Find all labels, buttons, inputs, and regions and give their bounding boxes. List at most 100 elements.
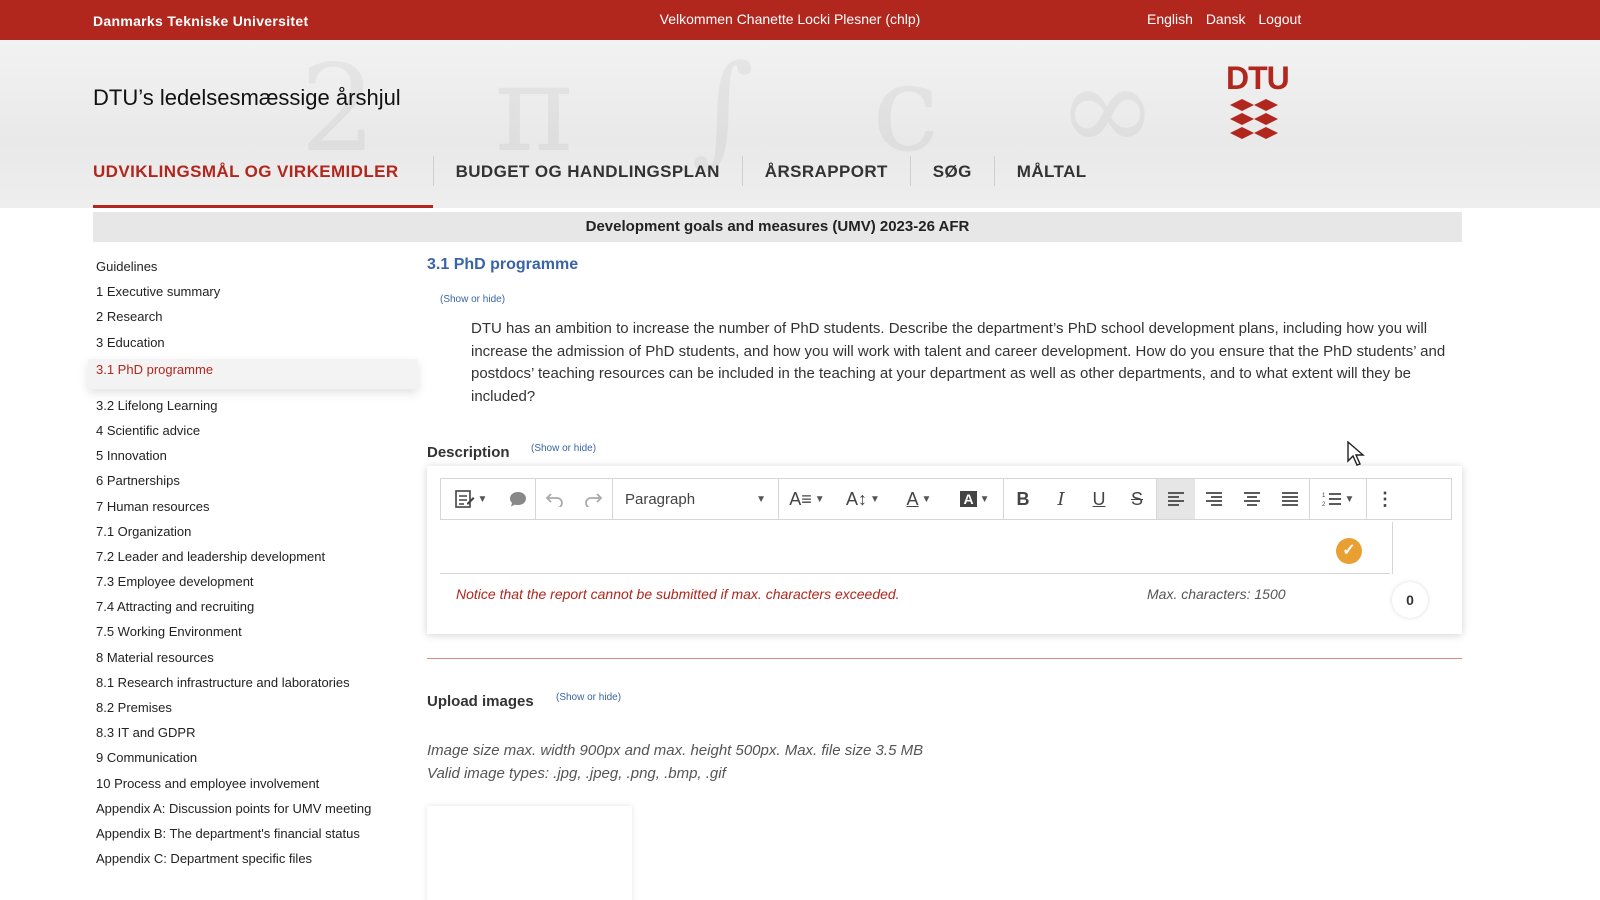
- template-button[interactable]: ▼: [441, 479, 501, 519]
- chevron-down-icon: ▼: [921, 493, 932, 505]
- lang-english-link[interactable]: English: [1147, 11, 1193, 27]
- mouse-cursor-icon: [1347, 441, 1365, 466]
- sidebar-item-education[interactable]: 3 Education: [93, 334, 413, 359]
- sidebar-item-working-environment[interactable]: 7.5 Working Environment: [93, 623, 413, 648]
- sidebar-item-premises[interactable]: 8.2 Premises: [93, 699, 413, 724]
- nav-maaltal[interactable]: MÅLTAL: [995, 162, 1109, 208]
- font-family-icon: A≡: [789, 488, 812, 509]
- italic-button[interactable]: I: [1042, 479, 1080, 519]
- underline-icon: U: [1092, 488, 1106, 509]
- nav-budget[interactable]: BUDGET OG HANDLINGSPLAN: [434, 162, 742, 208]
- sidebar-item-human-resources[interactable]: 7 Human resources: [93, 498, 413, 523]
- image-upload-dropzone[interactable]: [427, 806, 632, 900]
- italic-icon: I: [1057, 488, 1065, 510]
- bold-icon: B: [1016, 488, 1030, 509]
- check-icon: ✓: [1336, 538, 1362, 564]
- strikethrough-button[interactable]: S: [1118, 479, 1156, 519]
- section-divider: [427, 658, 1462, 659]
- font-family-button[interactable]: A≡ ▼: [779, 479, 835, 519]
- align-right-button[interactable]: [1195, 479, 1233, 519]
- align-justify-icon: [1282, 492, 1298, 506]
- site-header: 2 π ∫ c ∞ DTU’s ledelsesmæssige årshjul …: [0, 40, 1600, 208]
- top-bar: Danmarks Tekniske Universitet Velkommen …: [0, 0, 1600, 40]
- strikethrough-icon: S: [1130, 488, 1143, 509]
- align-left-icon: [1168, 492, 1184, 506]
- undo-button[interactable]: [536, 479, 574, 519]
- page-subtitle: Development goals and measures (UMV) 202…: [93, 212, 1462, 242]
- sidebar-item-recruiting[interactable]: 7.4 Attracting and recruiting: [93, 598, 413, 623]
- top-links: English Dansk Logout: [1147, 11, 1310, 27]
- sidebar-item-organization[interactable]: 7.1 Organization: [93, 523, 413, 548]
- sidebar-item-lifelong-learning[interactable]: 3.2 Lifelong Learning: [93, 397, 413, 422]
- align-right-icon: [1206, 492, 1222, 506]
- background-color-button[interactable]: A ▼: [947, 479, 1003, 519]
- paragraph-select-value: Paragraph: [625, 490, 696, 508]
- image-types-info: Valid image types: .jpg, .jpeg, .png, .b…: [427, 765, 726, 782]
- svg-text:2: 2: [1322, 502, 1326, 507]
- sidebar-item-process[interactable]: 10 Process and employee involvement: [93, 775, 413, 800]
- font-color-button[interactable]: A ▼: [891, 479, 947, 519]
- comment-icon: [510, 492, 526, 507]
- paragraph-format-select[interactable]: Paragraph ▼: [613, 479, 778, 519]
- chevron-down-icon: ▼: [814, 493, 825, 505]
- comment-button[interactable]: [501, 479, 535, 519]
- chevron-down-icon: ▼: [979, 493, 990, 505]
- show-hide-question-link[interactable]: (Show or hide): [440, 294, 505, 305]
- sidebar-item-material-resources[interactable]: 8 Material resources: [93, 649, 413, 674]
- chevron-down-icon: ▼: [756, 493, 766, 505]
- align-center-button[interactable]: [1233, 479, 1271, 519]
- align-justify-button[interactable]: [1271, 479, 1309, 519]
- sidebar-item-innovation[interactable]: 5 Innovation: [93, 447, 413, 472]
- main-content: 3.1 PhD programme (Show or hide) DTU has…: [427, 256, 1467, 900]
- sidebar-item-executive-summary[interactable]: 1 Executive summary: [93, 283, 413, 308]
- sidebar-item-partnerships[interactable]: 6 Partnerships: [93, 472, 413, 497]
- nav-udviklingsmaal[interactable]: UDVIKLINGSMÅL OG VIRKEMIDLER: [93, 162, 433, 208]
- numbered-list-icon: 12: [1322, 493, 1341, 507]
- editor-text-area[interactable]: ✓: [440, 522, 1390, 574]
- logout-link[interactable]: Logout: [1258, 11, 1301, 27]
- sidebar-item-leadership[interactable]: 7.2 Leader and leadership development: [93, 548, 413, 573]
- sidebar-item-research[interactable]: 2 Research: [93, 308, 413, 333]
- editor-divider: [1392, 522, 1393, 574]
- align-left-button[interactable]: [1157, 479, 1195, 519]
- show-hide-upload-link[interactable]: (Show or hide): [556, 692, 621, 703]
- sidebar-item-phd-programme[interactable]: 3.1 PhD programme: [88, 358, 418, 389]
- numbered-list-button[interactable]: 12 ▼: [1310, 479, 1366, 519]
- sidebar-item-communication[interactable]: 9 Communication: [93, 749, 413, 774]
- underline-button[interactable]: U: [1080, 479, 1118, 519]
- character-counter: 0: [1392, 582, 1428, 618]
- show-hide-description-link[interactable]: (Show or hide): [531, 443, 596, 454]
- undo-icon: [545, 493, 563, 507]
- template-icon: [454, 490, 475, 508]
- font-size-button[interactable]: A↕ ▼: [835, 479, 891, 519]
- chevron-down-icon: ▼: [1344, 493, 1355, 505]
- sidebar-item-appendix-a[interactable]: Appendix A: Discussion points for UMV me…: [93, 800, 413, 825]
- font-size-icon: A↕: [846, 488, 868, 509]
- bold-button[interactable]: B: [1004, 479, 1042, 519]
- section-title: 3.1 PhD programme: [427, 256, 579, 273]
- more-vertical-icon: ⋮: [1376, 488, 1394, 509]
- image-requirements: Image size max. width 900px and max. hei…: [427, 739, 923, 785]
- lang-dansk-link[interactable]: Dansk: [1206, 11, 1246, 27]
- sidebar-item-appendix-c[interactable]: Appendix C: Department specific files: [93, 850, 413, 875]
- header-background-pattern: 2 π ∫ c ∞: [300, 40, 1197, 179]
- max-chars-notice: Notice that the report cannot be submitt…: [456, 586, 900, 602]
- sidebar-item-research-infrastructure[interactable]: 8.1 Research infrastructure and laborato…: [93, 674, 413, 699]
- more-options-button[interactable]: ⋮: [1367, 479, 1403, 519]
- background-color-icon: A: [960, 491, 977, 507]
- redo-button[interactable]: [574, 479, 612, 519]
- redo-icon: [585, 493, 603, 507]
- sidebar-item-guidelines[interactable]: Guidelines: [93, 258, 413, 283]
- nav-soeg[interactable]: SØG: [911, 162, 994, 208]
- align-center-icon: [1244, 492, 1260, 506]
- sidebar-item-scientific-advice[interactable]: 4 Scientific advice: [93, 422, 413, 447]
- rich-text-editor: ▼ Paragraph ▼ A≡ ▼ A↕ ▼ A ▼ A ▼ B I U S …: [427, 466, 1462, 634]
- nav-aarsrapport[interactable]: ÅRSRAPPORT: [743, 162, 910, 208]
- sidebar-item-it-gdpr[interactable]: 8.3 IT and GDPR: [93, 724, 413, 749]
- sidebar-nav: Guidelines 1 Executive summary 2 Researc…: [88, 258, 418, 875]
- description-label: Description: [427, 444, 510, 461]
- sidebar-item-employee-development[interactable]: 7.3 Employee development: [93, 573, 413, 598]
- logo-text: DTU: [1226, 60, 1290, 96]
- sidebar-item-appendix-b[interactable]: Appendix B: The department's financial s…: [93, 825, 413, 850]
- dtu-logo[interactable]: DTU: [1226, 60, 1290, 141]
